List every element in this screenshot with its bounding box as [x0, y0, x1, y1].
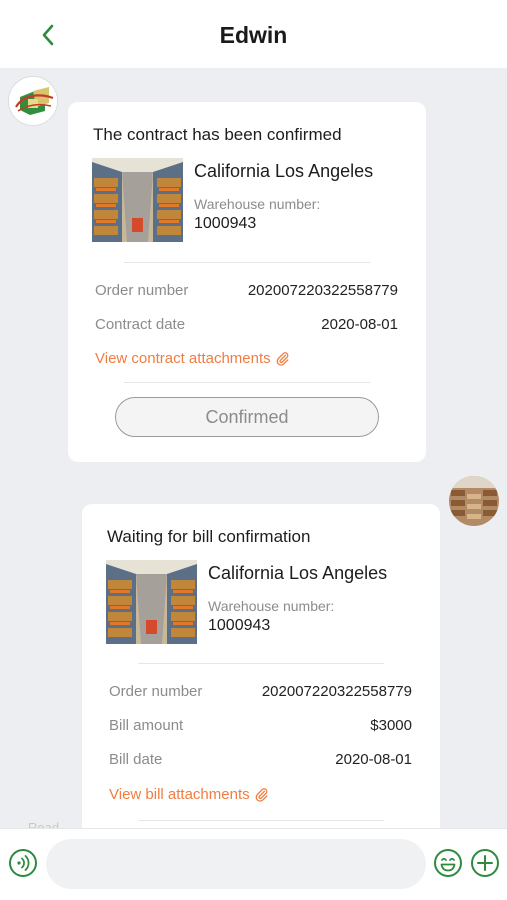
divider — [138, 820, 384, 821]
warehouse-number-value: 1000943 — [208, 617, 271, 634]
bill-amount-value: $3000 — [370, 717, 412, 734]
order-number-value: 202007220322558779 — [247, 282, 398, 299]
message-input[interactable] — [46, 839, 426, 889]
order-number-label: Order number — [109, 683, 203, 700]
attachment-link-label: View bill attachments — [109, 786, 250, 803]
plus-icon — [471, 849, 499, 877]
voice-icon — [9, 849, 37, 877]
bill-date-label: Bill date — [109, 751, 163, 768]
contract-date-value: 2020-08-01 — [321, 316, 398, 333]
divider — [124, 382, 370, 383]
warehouse-location: California Los Angeles — [194, 161, 374, 181]
user-avatar-image — [449, 476, 499, 526]
bill-date-value: 2020-08-01 — [335, 751, 412, 768]
top-bar: Edwin — [0, 0, 507, 68]
card-title: Waiting for bill confirmation — [107, 527, 311, 546]
user-avatar[interactable] — [449, 476, 499, 526]
warehouse-location: California Los Angeles — [208, 563, 388, 583]
page-title: Edwin — [219, 22, 288, 48]
emoji-icon — [434, 849, 462, 877]
contract-confirmed-card[interactable]: The contract has been confirmed Californ… — [68, 102, 426, 462]
divider — [138, 663, 384, 664]
confirmed-button[interactable]: Confirmed — [115, 397, 379, 437]
voice-button[interactable] — [8, 848, 38, 878]
company-avatar[interactable] — [8, 76, 58, 126]
chat-area[interactable]: The contract has been confirmed Californ… — [0, 68, 507, 828]
read-status: Read — [28, 820, 60, 828]
card-title: The contract has been confirmed — [93, 125, 342, 144]
company-logo — [9, 77, 57, 125]
message-input-bar — [0, 828, 507, 900]
warehouse-image — [92, 158, 183, 242]
bill-confirmation-card[interactable]: Waiting for bill confirmation California… — [82, 504, 440, 828]
bill-amount-label: Bill amount — [109, 717, 184, 734]
contract-date-label: Contract date — [95, 316, 186, 333]
divider — [124, 262, 370, 263]
paperclip-icon — [255, 787, 268, 802]
warehouse-thumbnail[interactable] — [92, 158, 183, 242]
more-button[interactable] — [470, 848, 500, 878]
warehouse-thumbnail[interactable] — [106, 560, 197, 644]
warehouse-number-label: Warehouse number: — [208, 598, 335, 614]
order-number-value: 202007220322558779 — [261, 683, 412, 700]
attachment-link-label: View contract attachments — [95, 350, 271, 367]
order-number-label: Order number — [95, 282, 189, 299]
paperclip-icon — [276, 351, 289, 366]
view-bill-attachments-link[interactable]: View bill attachments — [109, 786, 269, 803]
warehouse-number-value: 1000943 — [194, 215, 257, 232]
emoji-button[interactable] — [433, 848, 463, 878]
view-contract-attachments-link[interactable]: View contract attachments — [95, 350, 290, 367]
warehouse-image — [106, 560, 197, 644]
warehouse-number-label: Warehouse number: — [194, 196, 321, 212]
